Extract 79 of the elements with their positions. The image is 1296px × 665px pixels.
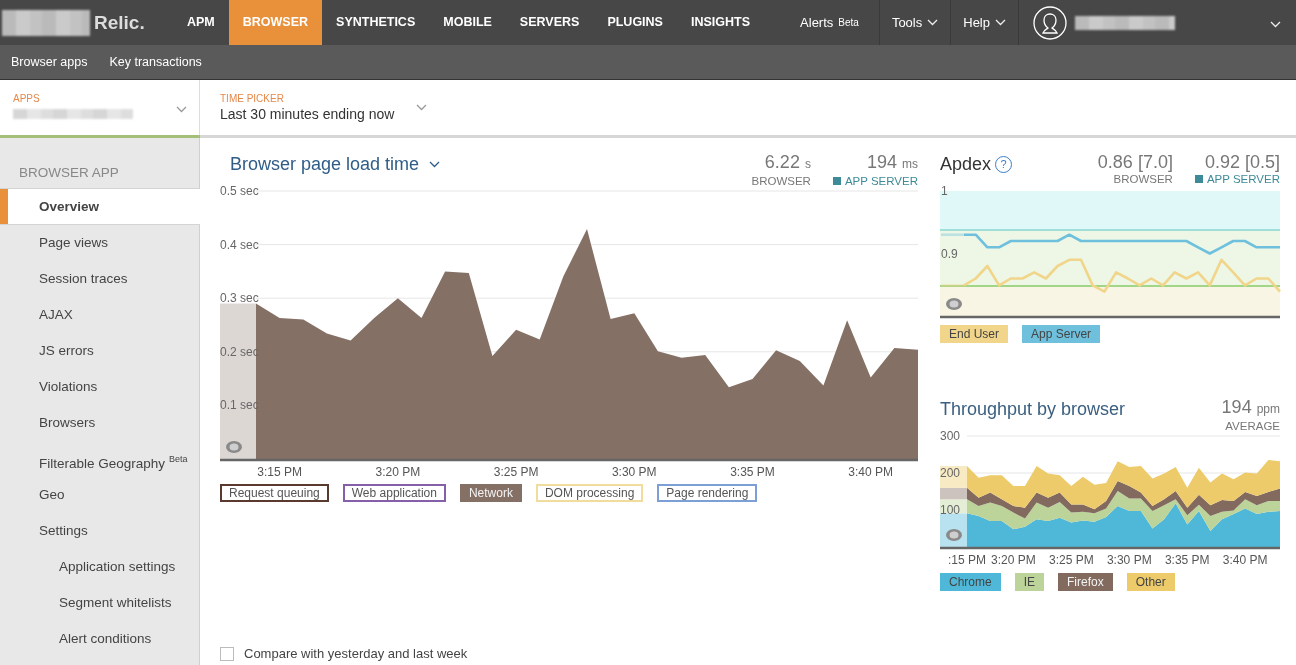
legend-item[interactable]: End User [940,325,1009,343]
menu-label[interactable]: Tools [891,15,923,30]
axis-label: 0.9 [941,246,958,261]
stat-value: 6.22 s [763,152,811,174]
subnav-link[interactable]: Browser apps [0,55,99,69]
nav-tab[interactable]: MOBILE [429,0,506,45]
sidebar-item[interactable]: Page views [0,225,199,261]
legend-item[interactable]: Other [1126,573,1175,591]
sidebar-item[interactable]: Session traces [0,261,199,297]
axis-label: 0.4 sec [220,237,259,252]
sidebar-item[interactable]: Filterable Geography $^{Beta}$ [0,441,199,477]
chart-title: Throughput by browser [940,398,1126,421]
axis-label: 200 [940,466,961,480]
axis-label: 3:25 PM [1049,553,1094,567]
stat-label: BROWSER [751,174,811,188]
axis-label: 3:15 PM [257,465,302,479]
menu-label[interactable]: Help [963,15,990,30]
stat-value: 0.86 [7.0] [1097,152,1173,172]
sidebar-item[interactable]: Application settings [0,549,199,585]
axis-label: 300 [940,429,961,443]
axis-label: :15 PM [948,553,986,567]
sidebar-item[interactable]: JS errors [0,333,199,369]
axis-label: 0.3 sec [220,291,259,306]
avatar-icon[interactable] [1033,5,1067,40]
sidebar-item[interactable]: Alert conditions [0,621,199,657]
nav-tab[interactable]: SERVERS [505,0,594,45]
axis-label: 1 [941,184,948,198]
range-shade [941,233,964,287]
picker-label: APPS [13,92,41,105]
stat-value: 194 ms [865,152,918,174]
checkbox-label[interactable]: Compare with yesterday and last week [244,646,468,661]
stat-value: 0.92 [0.5] [1203,152,1280,172]
axis-label: 3:20 PM [991,553,1036,567]
legend-item[interactable]: Network [459,484,522,502]
axis-label: 3:30 PM [611,465,657,479]
stat-value: 194 ppm [1221,397,1280,419]
sidebar-item[interactable]: Browsers [0,405,199,441]
sidebar-item[interactable]: AJAX [0,297,199,333]
stat-label: AVERAGE [1225,419,1280,433]
picker-label: TIME PICKER [220,92,285,105]
sidebar-item[interactable]: Segment whitelists [0,585,199,621]
sidebar-item[interactable]: Violations [0,369,199,405]
axis-label: 3:20 PM [375,465,421,479]
logo-text[interactable]: Relic. [94,11,145,34]
axis-label: 0.5 sec [220,184,259,198]
stat-label: APP SERVER [1206,172,1280,186]
legend-item[interactable]: Page rendering [657,484,758,502]
axis-label: 3:40 PM [848,465,894,479]
handle-icon[interactable] [226,441,242,453]
sidebar-item[interactable]: Overview [0,189,200,225]
handle-icon[interactable] [946,529,962,541]
axis-label: 3:35 PM [1164,553,1210,567]
chevron-down-icon[interactable] [429,160,441,168]
legend-item[interactable]: DOM processing [535,484,644,502]
legend-item[interactable]: Request queuing [220,484,329,502]
stat-label: BROWSER [1113,172,1173,186]
axis-label: 3:40 PM [1222,553,1268,567]
chart-title: Apdex [940,153,992,176]
sidebar-item[interactable]: Geo [0,477,199,513]
axis-label: 3:30 PM [1106,553,1152,567]
nav-tab[interactable]: PLUGINS [593,0,677,45]
time-picker-value[interactable]: Last 30 minutes ending now [220,104,395,123]
chart-title[interactable]: Browser page load time [230,152,420,176]
legend-item[interactable]: Web application [342,484,446,502]
axis-label: 3:35 PM [730,465,775,479]
subnav-link[interactable]: Key transactions [98,55,213,69]
stat-label: APP SERVER [844,174,918,188]
nav-tab[interactable]: SYNTHETICS [322,0,430,45]
handle-icon[interactable] [946,298,962,310]
sidebar-item[interactable]: Settings [0,513,199,549]
nav-tab[interactable]: APM [173,0,229,45]
legend-item[interactable]: App Server [1022,325,1101,343]
nav-tab[interactable]: INSIGHTS [676,0,764,45]
legend-item[interactable]: IE [1014,573,1045,591]
axis-label: 3:25 PM [493,465,539,479]
legend-item[interactable]: Firefox [1058,573,1113,591]
legend-item[interactable]: Chrome [940,573,1001,591]
axis-label: 100 [940,503,961,517]
checkbox[interactable] [220,646,234,661]
